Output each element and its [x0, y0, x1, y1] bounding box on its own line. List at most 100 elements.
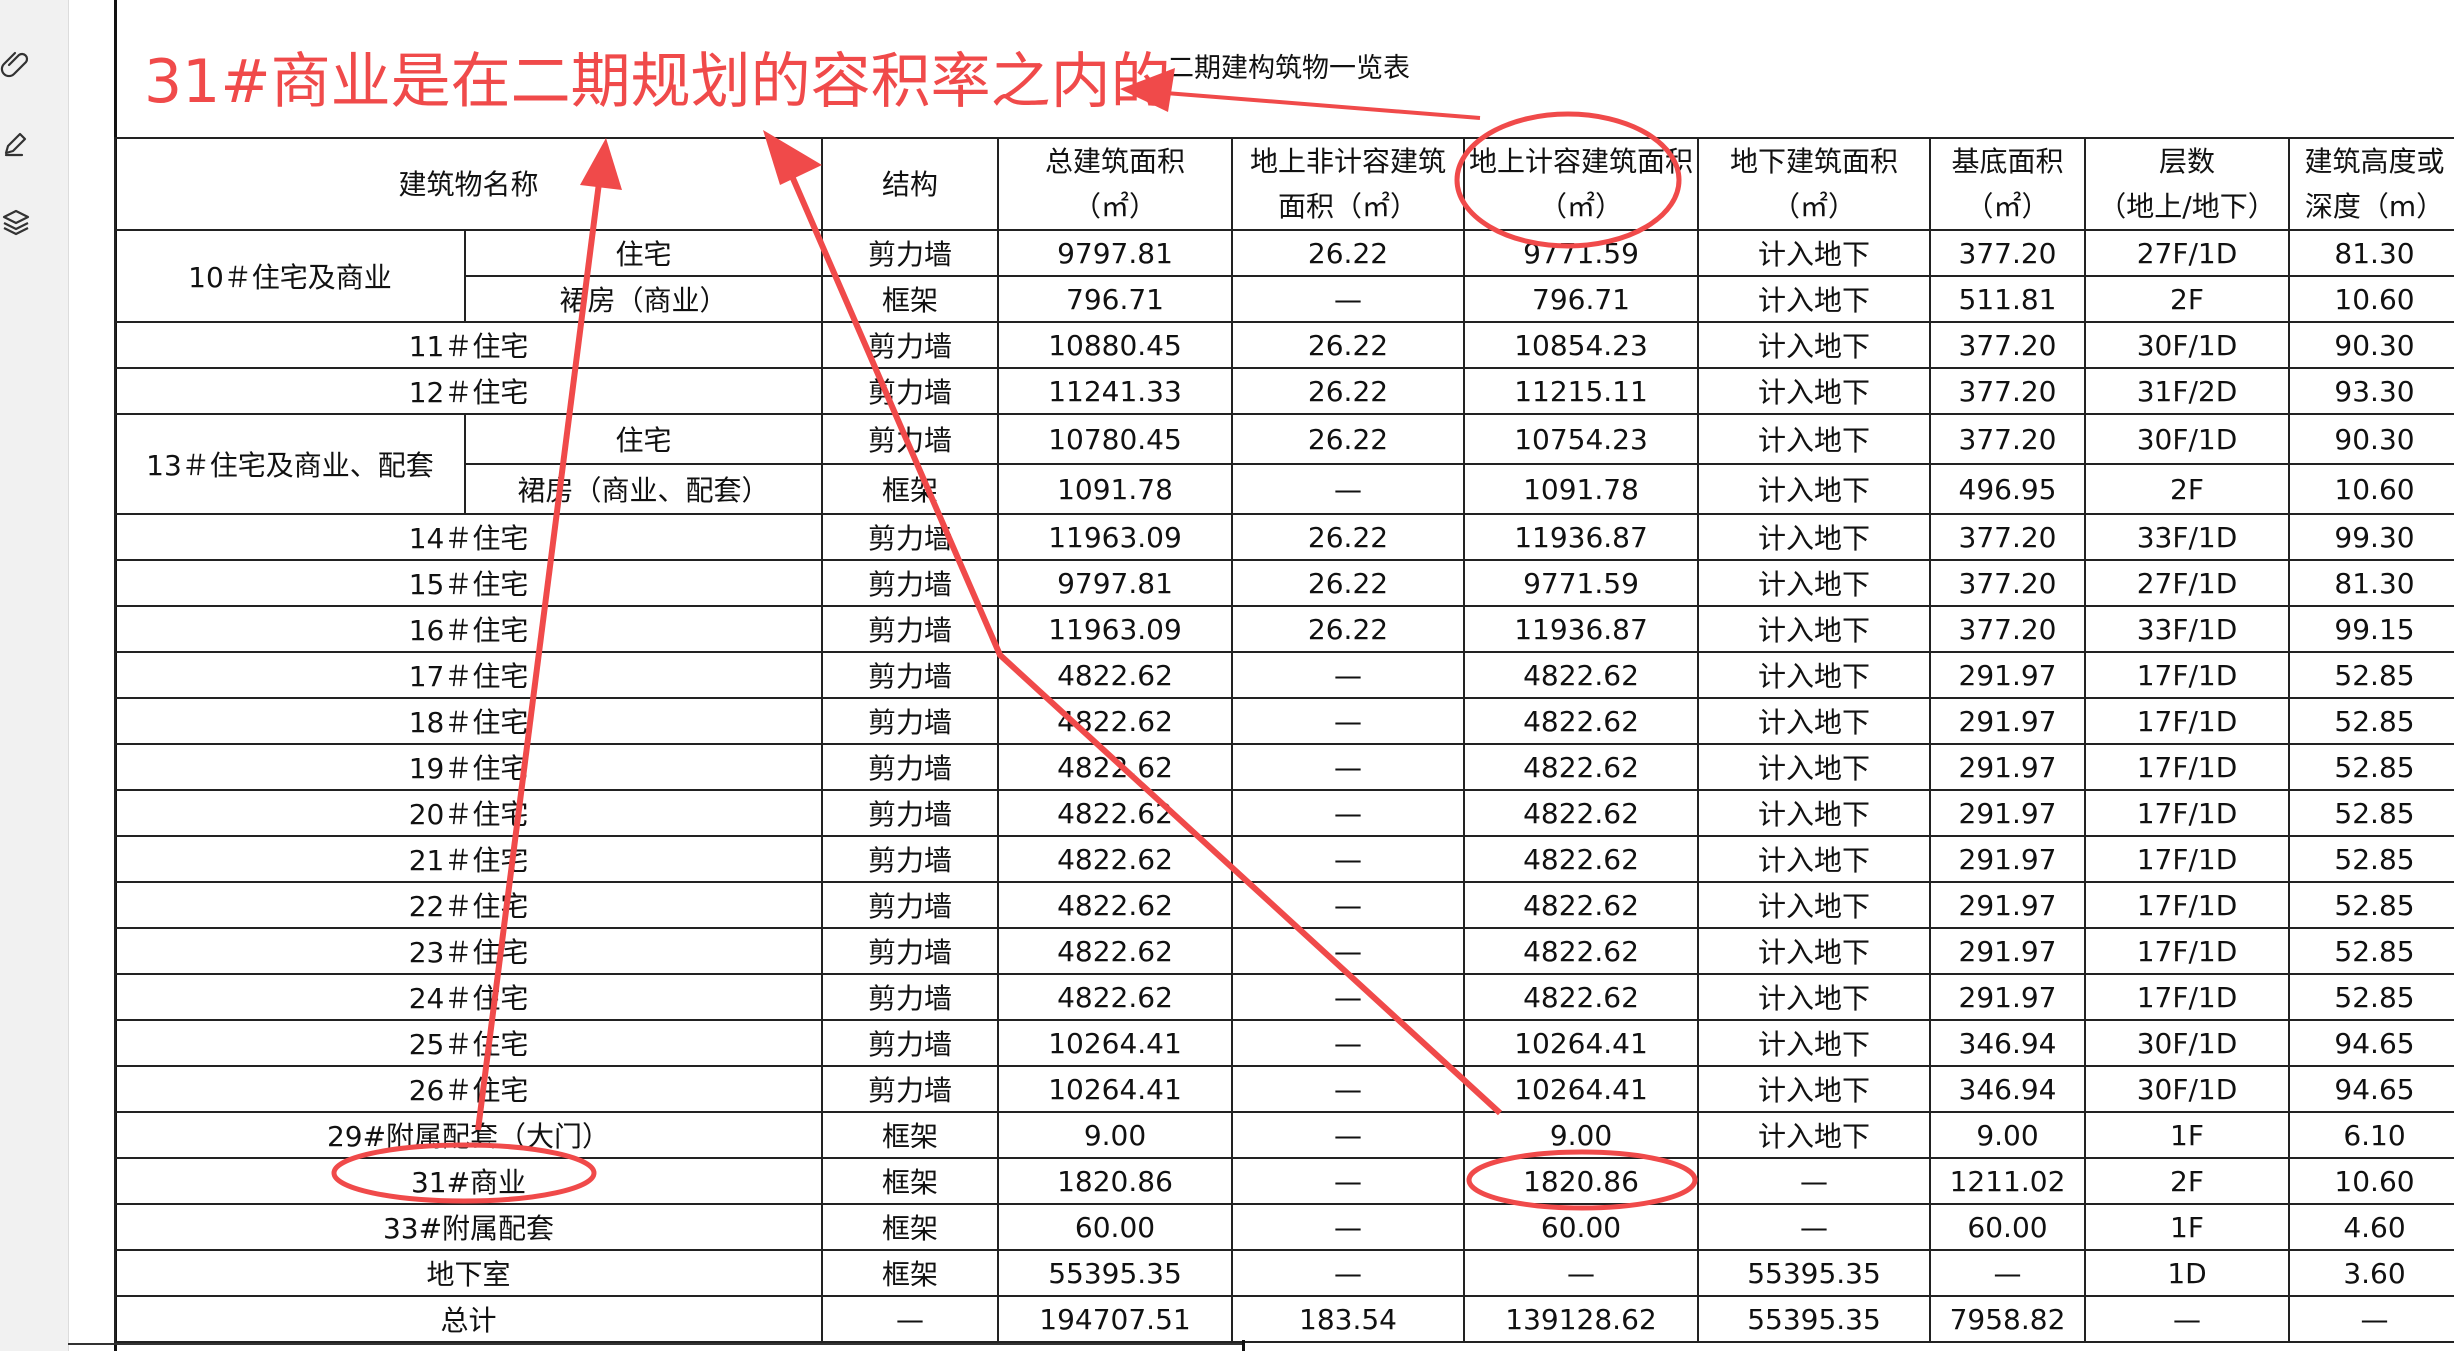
table-row: 29#附属配套（大门） 框架 9.00—9.00 计入地下 9.00 1F 6.10 — [113, 1111, 2454, 1159]
cell-under: 计入地下 — [1697, 229, 1932, 277]
cell-total: 796.71 — [997, 275, 1234, 323]
table-row: 23＃住宅 剪力墙 4822.62—4822.62 计入地下 291.97 17F/1D 5… — [113, 927, 2454, 975]
cell-base: 377.20 — [1929, 513, 2087, 561]
cell-above-far: 4822.62 — [1463, 927, 1700, 975]
cell-floors: 1F — [2084, 1203, 2291, 1251]
cell-base: 291.97 — [1929, 973, 2087, 1021]
pen-icon[interactable] — [0, 128, 32, 160]
cell-base: 377.20 — [1929, 367, 2087, 415]
cell-height: 81.30 — [2288, 559, 2454, 607]
cell-base: — — [1929, 1249, 2087, 1297]
cell-above-non: — — [1231, 463, 1466, 515]
cell-above-non: — — [1231, 1111, 1466, 1159]
cell-under: 计入地下 — [1697, 789, 1932, 837]
cell-height: 99.15 — [2288, 605, 2454, 653]
cell-structure: 剪力墙 — [821, 789, 1000, 837]
document-title: 二期建构筑物一览表 — [1167, 53, 1410, 84]
buildings-table: 建筑物名称 结构 总建筑面积 （㎡） 地上非计容建筑 面积（㎡） 地上计容建筑面积（… — [113, 137, 2454, 1343]
attachment-icon[interactable] — [0, 48, 32, 80]
building-name: 24＃住宅 — [113, 973, 824, 1021]
sub-name: 住宅 — [463, 413, 824, 465]
layers-icon[interactable] — [0, 206, 32, 238]
cell-base: 377.20 — [1929, 321, 2087, 369]
cell-total: 55395.35 — [997, 1249, 1234, 1297]
cell-above-far: 4822.62 — [1463, 697, 1700, 745]
building-name: 11＃住宅 — [113, 321, 824, 369]
table-row: 13＃住宅及商业、配套 住宅 剪力墙 10780.45 26.22 10754.… — [114, 413, 2454, 515]
cell-under: 计入地下 — [1697, 513, 1932, 561]
building-name: 22＃住宅 — [113, 881, 824, 929]
cell-under: 计入地下 — [1697, 275, 1932, 323]
page-bottom-mark — [1242, 1340, 1245, 1351]
cell-total: 1091.78 — [997, 463, 1234, 515]
cell-above-far: 4822.62 — [1463, 789, 1700, 837]
cell-above-non: 26.22 — [1231, 605, 1466, 653]
cell-height: 94.65 — [2288, 1019, 2454, 1067]
cell-floors: 17F/1D — [2084, 697, 2291, 745]
cell-floors: 17F/1D — [2084, 651, 2291, 699]
table-row: 15＃住宅 剪力墙 9797.81 26.22 9771.59 计入地下 377.20 27F… — [113, 559, 2454, 607]
building-name: 20＃住宅 — [113, 789, 824, 837]
cell-floors: 30F/1D — [2084, 1065, 2291, 1113]
arrow-to-text-top — [1152, 90, 1481, 120]
cell-base: 496.95 — [1929, 463, 2087, 515]
cell-height: 94.65 — [2288, 1065, 2454, 1113]
cell-under: 计入地下 — [1697, 605, 1932, 653]
cell-base: 346.94 — [1929, 1065, 2087, 1113]
cell-under: 计入地下 — [1697, 559, 1932, 607]
cell-under: 计入地下 — [1697, 697, 1932, 745]
header-floors: 层数 （地上/地下） — [2084, 137, 2291, 231]
cell-above-far: 139128.62 — [1463, 1295, 1700, 1343]
table-row: 10＃住宅及商业 住宅 剪力墙 9797.81 26.22 9771.59 计入… — [114, 229, 2454, 323]
cell-base: 291.97 — [1929, 881, 2087, 929]
cell-base: 60.00 — [1929, 1203, 2087, 1251]
cell-above-far: 10264.41 — [1463, 1065, 1700, 1113]
cell-floors: 33F/1D — [2084, 605, 2291, 653]
cell-total: 194707.51 — [997, 1295, 1234, 1343]
cell-under: 计入地下 — [1697, 1111, 1932, 1159]
sub-name: 裙房（商业、配套） — [463, 463, 824, 515]
cell-above-non: — — [1231, 743, 1466, 791]
cell-above-non: — — [1231, 697, 1466, 745]
header-above-non-far: 地上非计容建筑 面积（㎡） — [1231, 137, 1466, 231]
sub-name: 裙房（商业） — [463, 275, 824, 323]
cell-structure: 框架 — [821, 1157, 1000, 1205]
building-name: 14＃住宅 — [113, 513, 824, 561]
cell-total: 4822.62 — [997, 743, 1234, 791]
cell-under: 计入地下 — [1697, 1019, 1932, 1067]
table-row: 19＃住宅 剪力墙 4822.62—4822.62 计入地下 291.97 17F/1D 5… — [113, 743, 2454, 791]
cell-above-non: 26.22 — [1231, 321, 1466, 369]
cell-under: 计入地下 — [1697, 973, 1932, 1021]
cell-structure: 框架 — [821, 1111, 1000, 1159]
cell-structure: 剪力墙 — [821, 927, 1000, 975]
cell-above-non: 26.22 — [1231, 229, 1466, 277]
cell-base: 9.00 — [1929, 1111, 2087, 1159]
cell-floors: 17F/1D — [2084, 789, 2291, 837]
building-name: 18＃住宅 — [113, 697, 824, 745]
cell-height: 52.85 — [2288, 835, 2454, 883]
cell-height: 10.60 — [2288, 463, 2454, 515]
cell-height: 81.30 — [2288, 229, 2454, 277]
table-row: 裙房（商业） 框架 796.71 — 796.71 计入地下 511.81 2F… — [115, 275, 2454, 323]
building-name: 总计 — [113, 1295, 824, 1343]
cell-total: 10264.41 — [997, 1065, 1234, 1113]
building-name: 33#附属配套 — [113, 1203, 824, 1251]
cell-floors: 30F/1D — [2084, 413, 2291, 465]
building-name: 23＃住宅 — [113, 927, 824, 975]
cell-floors: 17F/1D — [2084, 927, 2291, 975]
table-row: 20＃住宅 剪力墙 4822.62—4822.62 计入地下 291.97 17F/1D 5… — [113, 789, 2454, 837]
cell-structure: 剪力墙 — [821, 321, 1000, 369]
cell-floors: 27F/1D — [2084, 559, 2291, 607]
cell-structure: 剪力墙 — [821, 513, 1000, 561]
cell-above-non: — — [1231, 881, 1466, 929]
header-total-area: 总建筑面积 （㎡） — [997, 137, 1234, 231]
table-row: 25＃住宅 剪力墙 10264.41—10264.41 计入地下 346.94 30F/1… — [113, 1019, 2454, 1067]
cell-above-far: — — [1463, 1249, 1700, 1297]
cell-base: 291.97 — [1929, 835, 2087, 883]
cell-under: 计入地下 — [1697, 413, 1932, 465]
cell-floors: 2F — [2084, 1157, 2291, 1205]
cell-above-far: 60.00 — [1463, 1203, 1700, 1251]
cell-floors: 2F — [2084, 275, 2291, 323]
cell-above-non: — — [1231, 1249, 1466, 1297]
cell-above-far: 1091.78 — [1463, 463, 1700, 515]
